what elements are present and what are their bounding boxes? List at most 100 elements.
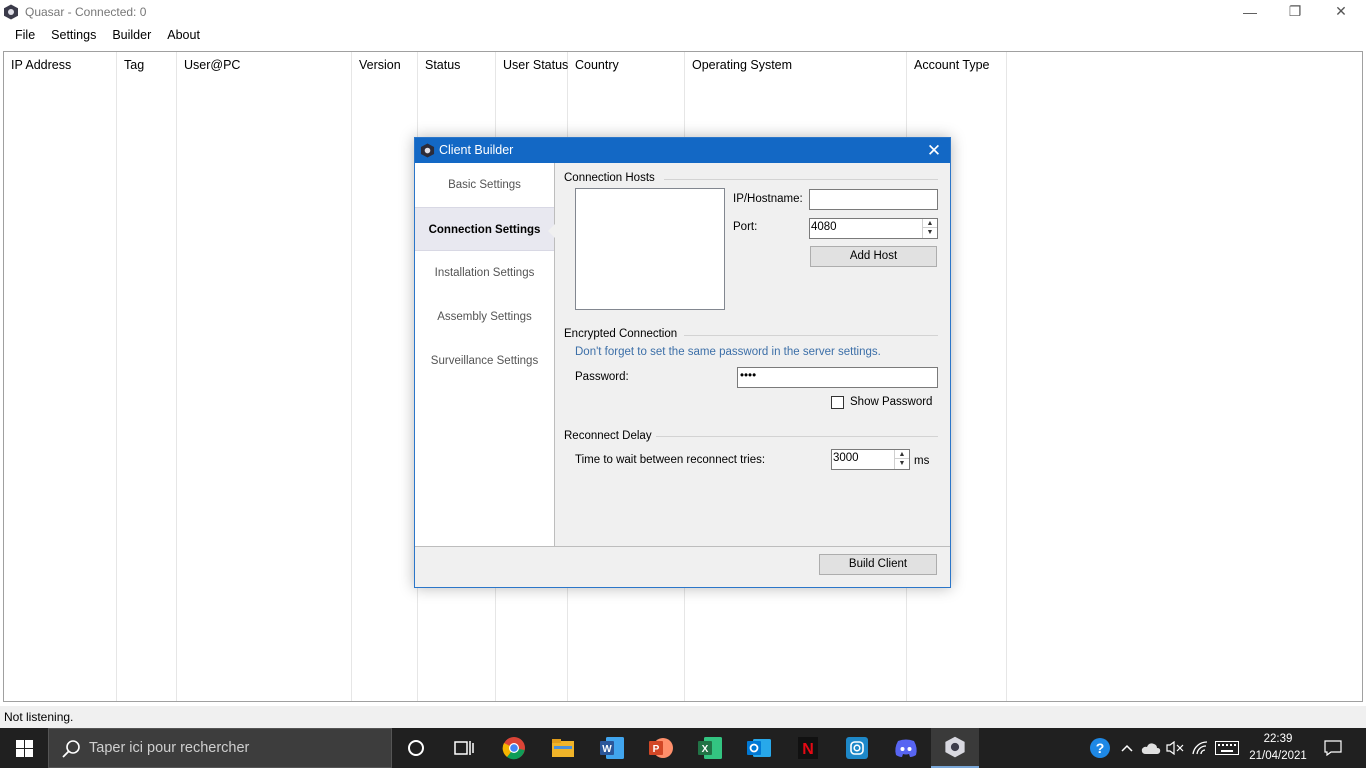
ip-hostname-label: IP/Hostname:: [733, 193, 803, 205]
spin-down-icon[interactable]: ▼: [923, 228, 937, 237]
clock-date: 21/04/2021: [1249, 750, 1307, 762]
chevron-up-icon[interactable]: [1116, 728, 1138, 768]
connection-settings-panel: Connection Hosts IP/Hostname: Port: 4080…: [556, 163, 950, 546]
word-icon[interactable]: W: [588, 728, 636, 768]
excel-icon[interactable]: X: [686, 728, 734, 768]
group-encrypted-connection: Encrypted Connection: [564, 328, 678, 340]
close-button[interactable]: ✕: [1318, 0, 1364, 23]
powerpoint-icon[interactable]: P: [637, 728, 685, 768]
discord-icon[interactable]: [882, 728, 930, 768]
notification-icon[interactable]: [1316, 728, 1350, 768]
file-explorer-icon[interactable]: [539, 728, 587, 768]
cortana-icon[interactable]: [392, 728, 440, 768]
ip-hostname-input[interactable]: [809, 189, 938, 210]
search-placeholder: Taper ici pour rechercher: [89, 740, 250, 756]
reconnect-delay-stepper[interactable]: 3000 ▲ ▼: [831, 449, 910, 470]
netflix-icon[interactable]: N: [784, 728, 832, 768]
volume-muted-icon[interactable]: [1163, 728, 1187, 768]
column-tag[interactable]: Tag: [117, 52, 177, 701]
dialog-close-button[interactable]: ✕: [918, 138, 950, 163]
port-stepper[interactable]: 4080 ▲ ▼: [809, 218, 938, 239]
ms-unit-label: ms: [914, 455, 930, 467]
nav-connection-settings[interactable]: Connection Settings: [415, 207, 555, 251]
reconnect-delay-value: 3000: [833, 452, 859, 464]
column-header-label: Country: [575, 58, 619, 72]
group-connection-hosts: Connection Hosts: [564, 172, 655, 184]
column-user-pc[interactable]: User@PC: [177, 52, 352, 701]
taskbar-search[interactable]: Taper ici pour rechercher: [48, 728, 392, 768]
wifi-icon[interactable]: [1188, 728, 1212, 768]
window-titlebar: Quasar - Connected: 0 — ❐ ✕: [0, 0, 1366, 23]
chrome-icon[interactable]: [490, 728, 538, 768]
password-input[interactable]: ••••: [737, 367, 938, 388]
menu-about[interactable]: About: [159, 23, 208, 48]
selected-arrow-icon: [548, 224, 555, 238]
window-title: Quasar - Connected: 0: [25, 4, 147, 19]
dialog-footer-divider: [415, 546, 950, 547]
status-text: Not listening.: [4, 710, 74, 724]
spin-up-icon[interactable]: ▲: [895, 450, 909, 459]
port-spin: ▲ ▼: [922, 219, 937, 238]
taskbar-clock[interactable]: 22:39 21/04/2021: [1246, 731, 1310, 765]
windows-logo-icon: [15, 739, 33, 757]
svg-text:P: P: [653, 744, 660, 755]
svg-text:X: X: [702, 744, 709, 755]
menu-settings[interactable]: Settings: [43, 23, 104, 48]
spin-down-icon[interactable]: ▼: [895, 459, 909, 468]
column-header-label: Version: [359, 58, 401, 72]
column-ip-address[interactable]: IP Address: [4, 52, 117, 701]
build-client-button[interactable]: Build Client: [819, 554, 937, 575]
svg-text:W: W: [602, 744, 612, 755]
nav-assembly-settings[interactable]: Assembly Settings: [415, 295, 554, 339]
group-reconnect-delay: Reconnect Delay: [564, 430, 652, 442]
password-hint: Don't forget to set the same password in…: [575, 346, 881, 358]
column-header-label: Status: [425, 58, 461, 72]
keyboard-icon[interactable]: [1212, 728, 1242, 768]
port-label: Port:: [733, 221, 758, 233]
dialog-title: Client Builder: [439, 143, 514, 157]
nav-item-label: Connection Settings: [428, 224, 541, 236]
show-password-label[interactable]: Show Password: [850, 396, 932, 408]
start-button[interactable]: [0, 728, 48, 768]
group-divider: [656, 436, 938, 437]
nav-basic-settings[interactable]: Basic Settings: [415, 163, 554, 207]
port-value: 4080: [811, 221, 837, 233]
column-header-label: User Status: [503, 58, 569, 72]
quasar-app-icon: [4, 4, 18, 19]
restore-button[interactable]: ❐: [1272, 0, 1318, 23]
reconnect-delay-label: Time to wait between reconnect tries:: [575, 454, 766, 466]
task-view-icon[interactable]: [440, 728, 488, 768]
column-header-label: Operating System: [692, 58, 793, 72]
builder-nav: Basic Settings Connection Settings Insta…: [415, 163, 555, 546]
column-header-label: User@PC: [184, 58, 241, 72]
menu-builder[interactable]: Builder: [104, 23, 159, 48]
column-header-label: Tag: [124, 58, 145, 72]
client-builder-dialog: Client Builder ✕ Basic Settings Connecti…: [414, 137, 951, 588]
hosts-listbox[interactable]: [575, 188, 725, 310]
spin-up-icon[interactable]: ▲: [923, 219, 937, 228]
column-version[interactable]: Version: [352, 52, 418, 701]
column-header-label: IP Address: [11, 58, 72, 72]
search-icon: [62, 740, 80, 758]
clock-time: 22:39: [1263, 733, 1293, 745]
svg-text:?: ?: [1096, 740, 1105, 756]
nav-installation-settings[interactable]: Installation Settings: [415, 251, 554, 295]
outlook-icon[interactable]: [735, 728, 783, 768]
minimize-button[interactable]: —: [1227, 0, 1273, 23]
windows-taskbar: Taper ici pour rechercher W P X N ? 22:3…: [0, 728, 1366, 768]
instagram-icon[interactable]: [833, 728, 881, 768]
onedrive-cloud-icon[interactable]: [1139, 728, 1163, 768]
nav-surveillance-settings[interactable]: Surveillance Settings: [415, 339, 554, 383]
show-password-checkbox[interactable]: [831, 396, 844, 409]
menu-bar: File Settings Builder About: [0, 23, 1366, 48]
password-label: Password:: [575, 371, 629, 383]
quasar-app-icon: [420, 143, 435, 158]
reconnect-spin: ▲ ▼: [894, 450, 909, 469]
column-header-label: Account Type: [914, 58, 990, 72]
help-icon[interactable]: ?: [1086, 728, 1114, 768]
menu-file[interactable]: File: [7, 23, 43, 48]
status-bar: Not listening.: [0, 706, 1366, 728]
add-host-button[interactable]: Add Host: [810, 246, 937, 267]
quasar-taskbar-icon[interactable]: [931, 728, 979, 768]
group-divider: [664, 179, 938, 180]
